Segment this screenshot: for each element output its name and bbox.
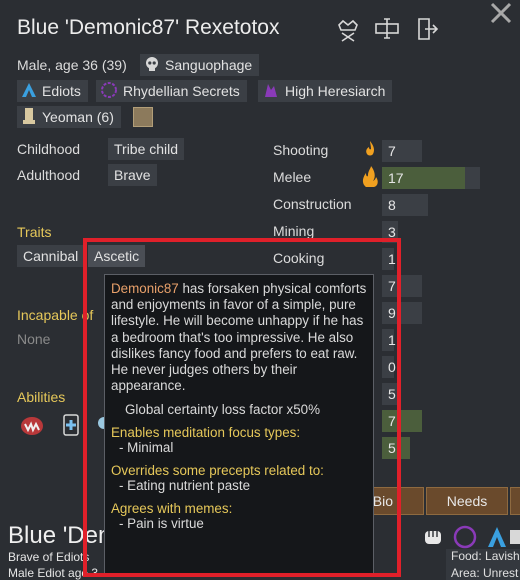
skill-bar[interactable]: 5 [382, 437, 410, 459]
ideology-small-icon[interactable] [452, 524, 478, 550]
skill-level: 1 [388, 332, 396, 348]
tooltip-certainty: Global certainty loss factor x50% [125, 402, 320, 418]
skill-name: Mining [273, 223, 315, 239]
trait-tooltip: Demonic87 has forsaken physical comforts… [104, 274, 374, 576]
royal-title-label: Yeoman (6) [42, 109, 114, 125]
skill-name: Melee [273, 169, 312, 185]
inspect-pawn-desc: Male Ediot age 3 [8, 566, 99, 580]
skill-level: 9 [388, 305, 396, 321]
trait-ascetic[interactable]: Ascetic [88, 245, 146, 267]
skill-bar[interactable]: 17 [382, 167, 480, 189]
tooltip-precepts-item: - Eating nutrient paste [119, 478, 251, 494]
ideology-tag[interactable]: Rhydellian Secrets [96, 80, 247, 102]
childhood-label: Childhood [17, 141, 81, 157]
pawn-title: Blue 'Demonic87' Rexetotox [17, 16, 280, 39]
xenotype-label: Sanguophage [165, 57, 253, 73]
skill-level: 8 [388, 197, 396, 213]
skill-bar[interactable]: 1 [382, 248, 396, 270]
tab-needs[interactable]: Needs [426, 487, 508, 515]
minor-passion-icon [364, 140, 376, 163]
skill-level: 0 [388, 359, 396, 375]
skill-name: Cooking [273, 250, 325, 266]
food-restriction[interactable]: Food: Lavish [446, 549, 520, 567]
faction-small-icon[interactable] [484, 524, 510, 550]
skill-level: 7 [388, 413, 396, 429]
inspect-pawn-name: Blue 'Dem [8, 522, 118, 549]
tooltip-meditation-heading: Enables meditation focus types: [111, 425, 301, 441]
tooltip-memes-heading: Agrees with memes: [111, 501, 233, 517]
skill-name: Shooting [273, 142, 329, 158]
skill-bar[interactable]: 0 [382, 356, 396, 378]
skill-bar-fill [382, 437, 410, 459]
close-icon[interactable] [488, 0, 514, 26]
inspect-pawn-role: Brave of Ediots [8, 550, 90, 564]
skill-bar[interactable]: 3 [382, 221, 398, 243]
skill-bar[interactable]: 7 [382, 140, 422, 162]
incapable-value: None [17, 331, 51, 347]
adulthood-label: Adulthood [17, 167, 81, 183]
role-tag[interactable]: High Heresiarch [258, 80, 393, 102]
adulthood-value[interactable]: Brave [108, 164, 157, 186]
tooltip-meditation-item: - Minimal [119, 440, 174, 456]
tooltip-pawn-name: Demonic87 [111, 281, 179, 296]
bloodfeed-ability-icon[interactable] [19, 412, 45, 438]
tooltip-description-text: has forsaken physical comforts and enjoy… [111, 281, 367, 394]
ideo-color-swatch [133, 107, 153, 127]
skill-bar[interactable]: 7 [382, 410, 422, 432]
coagulate-ability-icon[interactable] [58, 412, 84, 438]
fist-icon[interactable] [420, 524, 446, 550]
skill-level: 3 [388, 224, 396, 240]
skill-bar[interactable]: 1 [382, 329, 396, 351]
role-label: High Heresiarch [285, 83, 386, 99]
trait-cannibal[interactable]: Cannibal [17, 245, 85, 267]
faction-icon [21, 82, 37, 101]
extra-icon[interactable] [510, 524, 520, 550]
skill-level: 7 [388, 143, 396, 159]
tooltip-precepts-heading: Overrides some precepts related to: [111, 463, 324, 479]
childhood-value[interactable]: Tribe child [108, 138, 185, 160]
royal-title-tag[interactable]: Yeoman (6) [17, 106, 121, 128]
skill-bar[interactable]: 7 [382, 275, 422, 297]
xenotype-tag[interactable]: Sanguophage [140, 54, 260, 76]
banish-icon[interactable] [414, 16, 440, 42]
incapable-heading: Incapable of [17, 307, 94, 323]
faction-label: Ediots [42, 83, 81, 99]
abilities-heading: Abilities [17, 389, 66, 405]
skill-bar[interactable]: 9 [382, 302, 422, 324]
crown-icon[interactable] [335, 16, 361, 42]
ideology-icon [100, 81, 118, 102]
skill-level: 5 [388, 386, 396, 402]
title-icon [21, 107, 37, 128]
heresiarch-icon [262, 81, 280, 102]
tooltip-description: Demonic87 has forsaken physical comforts… [111, 281, 367, 394]
tab-more[interactable] [510, 487, 520, 515]
skill-level: 1 [388, 251, 396, 267]
rename-icon[interactable] [374, 16, 400, 42]
skull-icon [144, 56, 160, 75]
faction-tag[interactable]: Ediots [17, 80, 88, 102]
skill-name: Construction [273, 196, 352, 212]
tooltip-memes-item: - Pain is virtue [119, 516, 204, 532]
skill-level: 7 [388, 278, 396, 294]
traits-heading: Traits [17, 224, 52, 240]
ideology-label: Rhydellian Secrets [123, 83, 240, 99]
skill-bar[interactable]: 5 [382, 383, 398, 405]
area-restriction[interactable]: Area: Unrest [446, 566, 520, 580]
skill-level: 17 [388, 170, 404, 186]
gender-age: Male, age 36 (39) [17, 57, 127, 73]
skill-level: 5 [388, 440, 396, 456]
major-passion-icon [360, 165, 382, 194]
skill-bar[interactable]: 8 [382, 194, 428, 216]
